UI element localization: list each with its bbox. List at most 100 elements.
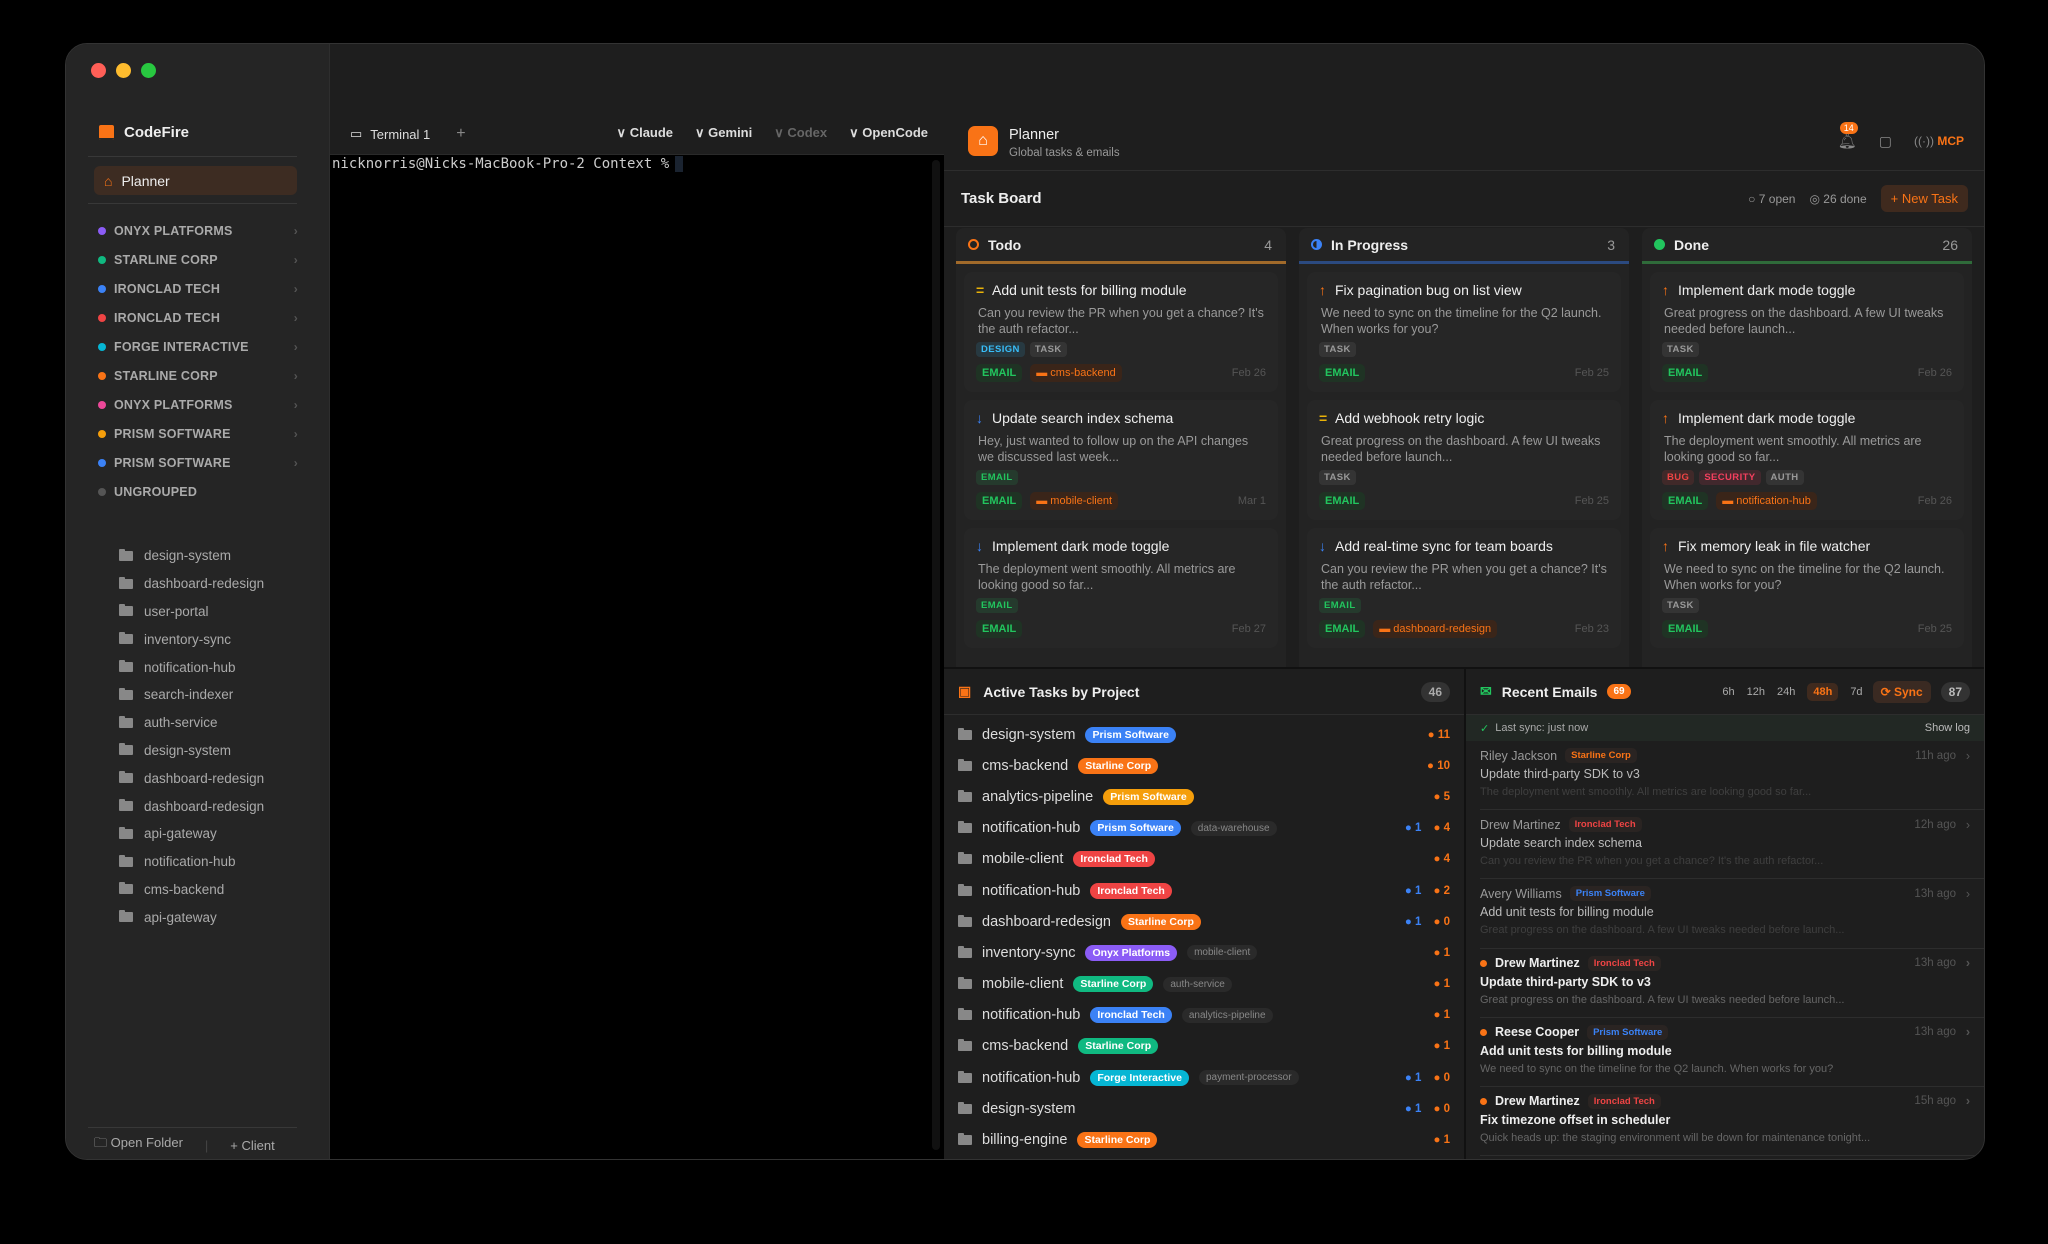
task-card[interactable]: =Add webhook retry logicGreat progress o…	[1307, 400, 1621, 520]
sidebar-group[interactable]: IRONCLAD TECH›	[98, 274, 298, 303]
project-badge[interactable]: ▬ dashboard-redesign	[1373, 620, 1497, 638]
project-row[interactable]: notification-hubPrism Softwaredata-wareh…	[944, 813, 1464, 844]
project-row[interactable]: inventory-syncOnyx Platformsmobile-clien…	[944, 937, 1464, 968]
project-badge[interactable]: ▬ mobile-client	[1030, 492, 1118, 510]
app-window: CodeFire ⌂Planner ONYX PLATFORMS›STARLIN…	[65, 43, 1985, 1160]
terminal-icon: ▭	[350, 126, 362, 142]
project-row[interactable]: design-systemPrism Software● 11	[944, 719, 1464, 750]
task-card[interactable]: ↑Implement dark mode toggleThe deploymen…	[1650, 400, 1964, 520]
folder-item[interactable]: cms-backend	[119, 876, 264, 904]
email-item[interactable]: Drew MartinezIronclad Tech15h ago›Fix ti…	[1480, 1087, 1984, 1156]
folder-item[interactable]: search-indexer	[119, 681, 264, 709]
folder-icon	[119, 662, 133, 672]
in-progress-count: ● 1	[1405, 916, 1422, 928]
task-card[interactable]: ↓Add real-time sync for team boardsCan y…	[1307, 528, 1621, 648]
project-badge[interactable]: ▬ cms-backend	[1030, 364, 1121, 382]
add-client-button[interactable]: + Client	[230, 1138, 274, 1153]
group-label: ONYX PLATFORMS	[114, 224, 233, 238]
folder-item[interactable]: api-gateway	[119, 820, 264, 848]
todo-count: ● 5	[1433, 791, 1450, 803]
task-card[interactable]: ↓Update search index schemaHey, just wan…	[964, 400, 1278, 520]
task-card[interactable]: =Add unit tests for billing moduleCan yo…	[964, 272, 1278, 392]
close-window-button[interactable]	[91, 63, 106, 78]
open-folder-button[interactable]: 🗀 Open Folder	[94, 1134, 183, 1156]
email-badge: EMAIL	[976, 492, 1022, 510]
project-row[interactable]: notification-hubIronclad Techanalytics-p…	[944, 1000, 1464, 1031]
project-row[interactable]: dashboard-redesignStarline Corp● 1● 0	[944, 906, 1464, 937]
chat-icon[interactable]: ▢	[1879, 133, 1892, 150]
project-row[interactable]: notification-hubIronclad Tech● 1● 2	[944, 875, 1464, 906]
email-item[interactable]: Drew MartinezIronclad Tech13h ago›Update…	[1480, 949, 1984, 1018]
folder-item[interactable]: dashboard-redesign	[119, 792, 264, 820]
project-badge[interactable]: ▬ notification-hub	[1716, 492, 1817, 510]
add-tab-button[interactable]: +	[456, 125, 465, 143]
folder-item[interactable]: notification-hub	[119, 653, 264, 681]
agent-launchers: ∨ Claude ∨ Gemini ∨ Codex ∨ OpenCode	[617, 125, 928, 141]
range-option[interactable]: 7d	[1850, 686, 1862, 698]
range-option[interactable]: 6h	[1722, 686, 1734, 698]
folder-item[interactable]: auth-service	[119, 709, 264, 737]
email-item[interactable]: Avery WilliamsPrism Software13h ago›Add …	[1480, 879, 1984, 948]
sidebar-group[interactable]: STARLINE CORP›	[98, 361, 298, 390]
terminal-output[interactable]: nicknorris@Nicks-MacBook-Pro-2 Context %	[332, 156, 683, 172]
task-card[interactable]: ↑Fix memory leak in file watcherWe need …	[1650, 528, 1964, 648]
agent-launcher[interactable]: ∨ Gemini	[695, 125, 752, 141]
sidebar-item-planner[interactable]: ⌂Planner	[94, 166, 297, 195]
new-task-button[interactable]: + New Task	[1881, 185, 1968, 212]
recent-emails-panel: ✉ Recent Emails 69 6h12h24h48h7d ⟳ Sync …	[1466, 669, 1984, 1159]
folder-item[interactable]: api-gateway	[119, 903, 264, 931]
folder-item[interactable]: notification-hub	[119, 848, 264, 876]
mcp-label: MCP	[1937, 134, 1964, 148]
task-card[interactable]: ↑Implement dark mode toggleGreat progres…	[1650, 272, 1964, 392]
email-item[interactable]: Reese CooperPrism Software13h ago›Add un…	[1480, 1018, 1984, 1087]
client-groups: ONYX PLATFORMS›STARLINE CORP›IRONCLAD TE…	[98, 216, 298, 506]
minimize-window-button[interactable]	[116, 63, 131, 78]
task-card[interactable]: ↑Fix pagination bug on list viewWe need …	[1307, 272, 1621, 392]
project-row[interactable]: design-system● 1● 0	[944, 1093, 1464, 1124]
task-description: The deployment went smoothly. All metric…	[976, 561, 1266, 593]
project-row[interactable]: mobile-clientIronclad Tech● 4	[944, 844, 1464, 875]
folder-label: user-portal	[144, 604, 209, 619]
folder-item[interactable]: user-portal	[119, 598, 264, 626]
mcp-button[interactable]: ((·)) MCP	[1914, 134, 1964, 148]
folder-item[interactable]: inventory-sync	[119, 625, 264, 653]
folder-item[interactable]: design-system	[119, 542, 264, 570]
task-date: Feb 26	[1232, 367, 1266, 379]
project-row[interactable]: billing-engineStarline Corp● 1	[944, 1124, 1464, 1155]
tab-terminal-1[interactable]: ▭Terminal 1+	[350, 125, 466, 143]
priority-icon: ↑	[1662, 538, 1670, 554]
zoom-window-button[interactable]	[141, 63, 156, 78]
range-option[interactable]: 12h	[1747, 686, 1765, 698]
task-card[interactable]: ↓Implement dark mode toggleThe deploymen…	[964, 528, 1278, 648]
agent-launcher[interactable]: ∨ OpenCode	[849, 125, 928, 141]
project-row[interactable]: notification-hubForge Interactivepayment…	[944, 1062, 1464, 1093]
project-row[interactable]: cms-backendStarline Corp● 10	[944, 750, 1464, 781]
notifications-button[interactable]: 🔔︎14	[1838, 132, 1857, 150]
sidebar-group[interactable]: STARLINE CORP›	[98, 245, 298, 274]
sidebar-group[interactable]: ONYX PLATFORMS›	[98, 390, 298, 419]
email-item[interactable]: Drew MartinezIronclad Tech12h ago›Update…	[1480, 810, 1984, 879]
sidebar-group[interactable]: ONYX PLATFORMS›	[98, 216, 298, 245]
sidebar-group[interactable]: FORGE INTERACTIVE›	[98, 332, 298, 361]
folder-item[interactable]: dashboard-redesign	[119, 570, 264, 598]
sync-button[interactable]: ⟳ Sync	[1873, 681, 1931, 703]
project-row[interactable]: cms-backendStarline Corp● 1	[944, 1031, 1464, 1062]
sidebar-group[interactable]: PRISM SOFTWARE›	[98, 448, 298, 477]
folder-item[interactable]: design-system	[119, 737, 264, 765]
sidebar-group[interactable]: IRONCLAD TECH›	[98, 303, 298, 332]
terminal-scrollbar[interactable]	[932, 160, 940, 1150]
sidebar-group[interactable]: PRISM SOFTWARE›	[98, 419, 298, 448]
show-log-button[interactable]: Show log	[1925, 722, 1970, 734]
folder-item[interactable]: dashboard-redesign	[119, 764, 264, 792]
range-option[interactable]: 48h	[1807, 683, 1838, 701]
task-title: Fix memory leak in file watcher	[1678, 538, 1870, 554]
agent-launcher[interactable]: ∨ Claude	[617, 125, 673, 141]
range-option[interactable]: 24h	[1777, 686, 1795, 698]
agent-launcher[interactable]: ∨ Codex	[774, 125, 827, 141]
task-title: Add real-time sync for team boards	[1335, 538, 1553, 554]
client-badge: Ironclad Tech	[1073, 851, 1155, 867]
project-row[interactable]: mobile-clientStarline Corpauth-service● …	[944, 969, 1464, 1000]
project-row[interactable]: analytics-pipelinePrism Software● 5	[944, 781, 1464, 812]
sidebar-group[interactable]: UNGROUPED	[98, 477, 298, 506]
email-item[interactable]: Riley JacksonStarline Corp11h ago›Update…	[1480, 741, 1984, 810]
